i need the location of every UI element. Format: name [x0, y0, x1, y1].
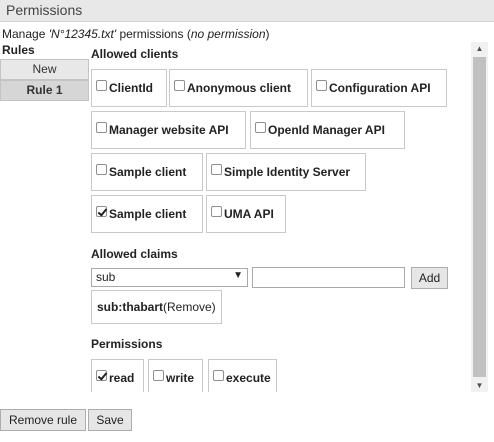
checkbox-icon[interactable] [255, 121, 266, 133]
checkbox-icon[interactable] [213, 369, 224, 381]
rules-heading: Rules [2, 43, 35, 57]
checkbox-icon[interactable] [174, 79, 185, 91]
dropdown-arrow-icon[interactable]: ▼ [233, 270, 243, 281]
remove-claim-link[interactable]: (Remove) [163, 300, 216, 314]
checkbox-icon[interactable] [316, 79, 327, 91]
page-subtitle: Manage 'N°12345.txt' permissions (no per… [2, 27, 270, 41]
permission-checkbox-read[interactable]: read [91, 359, 144, 392]
checkbox-checked-icon[interactable] [96, 205, 107, 217]
permission-label: write [166, 371, 195, 385]
client-label: ClientId [109, 81, 153, 95]
scroll-up-icon[interactable]: ▲ [471, 42, 488, 55]
header-bar: Permissions [0, 0, 494, 22]
allowed-clients-title: Allowed clients [91, 47, 179, 61]
subtitle-suffix: ) [265, 27, 270, 41]
remove-rule-button[interactable]: Remove rule [0, 409, 86, 431]
client-label: Simple Identity Server [224, 165, 351, 179]
page-title: Permissions [6, 2, 83, 18]
scroll-thumb[interactable] [473, 57, 486, 377]
checkbox-icon[interactable] [153, 369, 164, 381]
subtitle-middle: permissions ( [116, 27, 191, 41]
checkbox-icon[interactable] [211, 163, 222, 175]
claim-select[interactable]: sub ▼ [91, 268, 248, 287]
rule-item-1[interactable]: Rule 1 [0, 80, 89, 101]
permission-status: no permission [190, 27, 266, 41]
claim-item: sub:thabart (Remove) [91, 290, 222, 324]
scroll-down-icon[interactable]: ▼ [471, 379, 488, 392]
add-claim-button[interactable]: Add [411, 267, 448, 289]
client-label: UMA API [224, 207, 274, 221]
checkbox-icon[interactable] [96, 121, 107, 133]
claim-value: sub:thabart [97, 300, 163, 314]
checkbox-icon[interactable] [96, 79, 107, 91]
client-checkbox-sample-client-checked[interactable]: Sample client [91, 195, 203, 233]
checkbox-icon[interactable] [211, 205, 222, 217]
save-button[interactable]: Save [88, 409, 132, 431]
client-checkbox-simple-identity-server[interactable]: Simple Identity Server [206, 153, 366, 191]
permission-label: execute [226, 371, 271, 385]
vertical-scrollbar[interactable]: ▲ ▼ [471, 42, 488, 392]
client-checkbox-sample-client[interactable]: Sample client [91, 153, 203, 191]
client-checkbox-configuration-api[interactable]: Configuration API [311, 69, 447, 107]
client-label: Configuration API [329, 81, 431, 95]
checkbox-icon[interactable] [96, 163, 107, 175]
client-label: Sample client [109, 207, 187, 221]
client-checkbox-anonymous[interactable]: Anonymous client [169, 69, 308, 107]
claim-value-input[interactable] [252, 267, 405, 288]
claim-select-value: sub [96, 270, 116, 284]
client-label: Sample client [109, 165, 187, 179]
resource-name: 'N°12345.txt' [48, 27, 117, 41]
permission-label: read [109, 371, 135, 385]
permission-checkbox-write[interactable]: write [148, 359, 203, 392]
checkbox-checked-icon[interactable] [96, 369, 107, 381]
permission-checkbox-execute[interactable]: execute [208, 359, 277, 392]
client-label: Anonymous client [187, 81, 292, 95]
new-rule-button[interactable]: New [0, 59, 89, 80]
client-checkbox-uma-api[interactable]: UMA API [206, 195, 286, 233]
client-label: Manager website API [109, 123, 229, 137]
client-checkbox-manager-website-api[interactable]: Manager website API [91, 111, 246, 149]
subtitle-prefix: Manage [2, 27, 49, 41]
client-label: OpenId Manager API [268, 123, 385, 137]
allowed-claims-title: Allowed claims [91, 247, 178, 261]
permissions-title: Permissions [91, 337, 163, 351]
client-checkbox-clientid[interactable]: ClientId [91, 69, 167, 107]
client-checkbox-openid-manager-api[interactable]: OpenId Manager API [250, 111, 405, 149]
rule-editor-panel: Allowed clients ClientId Anonymous clien… [88, 42, 488, 392]
